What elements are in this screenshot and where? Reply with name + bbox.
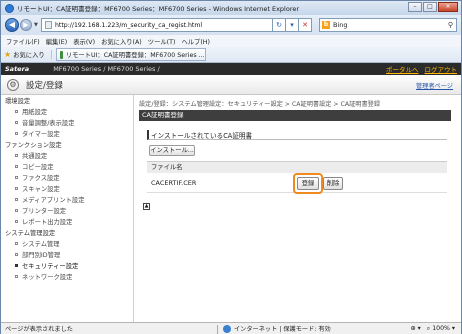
sidebar-item-copy[interactable]: コピー設定 [1,161,133,172]
menu-bar: ファイル(F) 編集(E) 表示(V) お気に入り(A) ツール(T) ヘルプ(… [1,35,461,47]
sidebar: 環境設定 用紙設定 音量調整/表示設定 タイマー設定 ファンクション設定 共通設… [1,95,134,322]
url-text: http://192.168.1.223/m_security_ca_regis… [55,21,203,29]
sidebar-item-system[interactable]: システム管理 [1,238,133,249]
globe-icon [223,324,231,333]
sidebar-item-scan[interactable]: スキャン設定 [1,183,133,194]
bullet-icon [15,154,18,157]
bullet-icon [15,220,18,223]
sidebar-item-dept-id[interactable]: 部門別ID管理 [1,249,133,260]
bullet-icon [15,121,18,124]
sidebar-category: 環境設定 [5,98,31,105]
bullet-icon [15,275,18,278]
highlight-callout [293,173,323,194]
menu-favorites[interactable]: お気に入り(A) [101,37,142,46]
title-bar: リモートUI：CA証明書登録：MF6700 Series：MF6700 Seri… [1,1,461,15]
menu-file[interactable]: ファイル(F) [6,37,40,46]
page-top-icon[interactable]: ▲ [143,203,150,210]
bullet-icon [15,110,18,113]
page-icon [45,21,52,29]
page-title: 設定/登録 [26,80,63,91]
forward-button[interactable]: ▶ [20,19,32,31]
zoom-level[interactable]: ⌕ 100% ▾ [427,325,455,333]
menu-view[interactable]: 表示(V) [73,37,95,46]
bullet-icon [15,198,18,201]
manager-page-link[interactable]: 管理者ページ [416,81,453,90]
bullet-icon [15,176,18,179]
bullet-icon [15,209,18,212]
file-name: CACERTIF.CER [151,179,197,187]
menu-edit[interactable]: 編集(E) [46,37,68,46]
address-dropdown-button[interactable]: ▾ [286,18,299,32]
bullet-icon [15,264,18,267]
bullet-icon [15,132,18,135]
section-title: CA証明書登録 [139,110,451,121]
delete-button[interactable]: 削除 [323,177,343,190]
sidebar-item-fax[interactable]: ファクス設定 [1,172,133,183]
remote-ui-header: Satera MF6700 Series / MF6700 Series / ポ… [1,63,461,75]
gear-icon: ⚙ [7,78,19,91]
sidebar-item-media-print[interactable]: メディアプリント設定 [1,194,133,205]
ie-logo-icon [5,3,14,13]
sidebar-item-paper[interactable]: 用紙設定 [1,106,133,117]
sidebar-item-report[interactable]: レポート出力設定 [1,216,133,227]
bullet-icon [15,187,18,190]
sidebar-category: ファンクション設定 [5,142,62,149]
tab-page-icon [59,50,63,59]
tab-title: リモートUI：CA証明書登録：MF6700 Series ... [65,52,205,59]
search-icon[interactable]: ⚲ [448,21,453,29]
status-text: ページが表示されました [5,326,73,333]
bullet-icon [15,165,18,168]
address-toolbar: ◀ ▶ ▼ http://192.168.1.223/m_security_ca… [1,15,461,35]
address-bar[interactable]: http://192.168.1.223/m_security_ca_regis… [41,18,273,32]
sidebar-item-security[interactable]: セキュリティー設定 [1,260,133,271]
star-icon: ★ [4,50,12,59]
minimize-button[interactable]: – [408,2,422,12]
install-button[interactable]: インストール... [149,145,195,156]
refresh-button[interactable]: ↻ [273,18,286,32]
sidebar-item-timer[interactable]: タイマー設定 [1,128,133,139]
protected-mode-icon[interactable]: ⊕ ▾ [411,325,421,333]
portal-link[interactable]: ポータルへ [386,64,419,74]
menu-tools[interactable]: ツール(T) [148,37,176,46]
status-bar: ページが表示されました インターネット | 保護モード: 有効 ⊕ ▾ ⌕ 10… [1,322,461,334]
close-button[interactable]: ✕ [438,2,458,12]
search-engine-label: Bing [333,21,348,29]
bullet-icon [15,253,18,256]
logout-link[interactable]: ログアウト [425,64,458,74]
bullet-icon [15,242,18,245]
sidebar-item-printer[interactable]: プリンター設定 [1,205,133,216]
sidebar-item-network[interactable]: ネットワーク設定 [1,271,133,282]
maximize-button[interactable]: □ [423,2,437,12]
stop-button[interactable]: ✕ [299,18,312,32]
favorites-label: お気に入り [13,52,45,59]
favorites-button[interactable]: ★ お気に入り [4,50,52,59]
device-model: MF6700 Series / MF6700 Series / [53,65,160,73]
sidebar-category: システム管理設定 [5,230,56,237]
browser-tab[interactable]: リモートUI：CA証明書登録：MF6700 Series ... [55,48,206,61]
zone-text: インターネット | 保護モード: 有効 [234,326,331,333]
table-header-filename: ファイル名 [147,161,447,173]
page-content: Satera MF6700 Series / MF6700 Series / ポ… [1,63,461,322]
search-box[interactable]: b Bing ⚲ [319,18,457,32]
brand-logo: Satera [5,65,30,73]
main-panel: 設定/登録：システム管理設定：セキュリティー設定 > CA証明書設定 > CA証… [139,95,457,322]
breadcrumb: 設定/登録：システム管理設定：セキュリティー設定 > CA証明書設定 > CA証… [139,101,381,108]
sidebar-item-common[interactable]: 共通設定 [1,150,133,161]
security-zone: インターネット | 保護モード: 有効 [223,324,331,333]
favorites-bar: ★ お気に入り リモートUI：CA証明書登録：MF6700 Series ... [1,47,461,63]
installed-ca-heading: インストールされているCA証明書 [147,130,447,140]
menu-help[interactable]: ヘルプ(H) [181,37,210,46]
history-dropdown-icon[interactable]: ▼ [34,22,38,28]
browser-window: リモートUI：CA証明書登録：MF6700 Series：MF6700 Seri… [0,0,462,334]
bing-logo-icon: b [322,21,330,29]
back-button[interactable]: ◀ [5,18,19,32]
page-header: ⚙ 設定/登録 管理者ページ [1,75,461,95]
window-title: リモートUI：CA証明書登録：MF6700 Series：MF6700 Seri… [17,5,300,13]
sidebar-item-volume-display[interactable]: 音量調整/表示設定 [1,117,133,128]
